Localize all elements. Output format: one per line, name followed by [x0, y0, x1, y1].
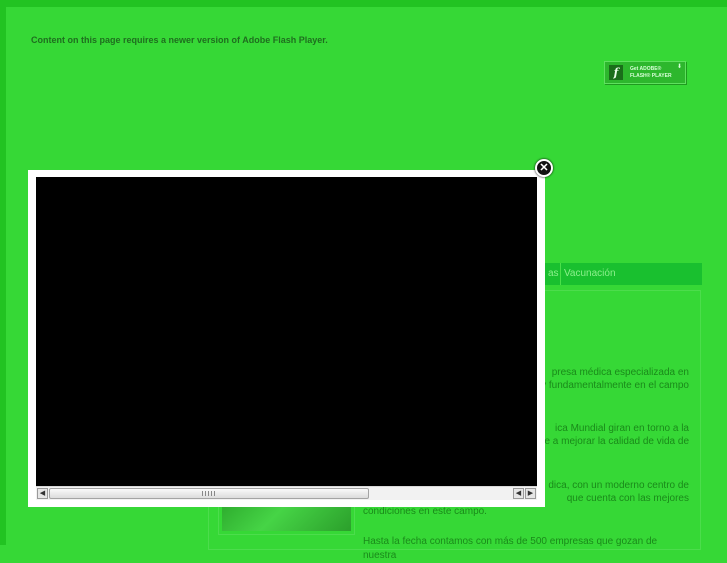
- get-flash-player-button[interactable]: f Get ADOBE® FLASH® PLAYER ⬇: [604, 61, 686, 84]
- scrollbar-thumb[interactable]: [49, 488, 369, 499]
- nav-bar: as Vacunación: [540, 263, 702, 285]
- video-lightbox: ◀ ◀ ▶: [28, 170, 545, 507]
- close-icon[interactable]: ✕: [535, 159, 553, 177]
- nav-item-partial[interactable]: as: [548, 268, 559, 279]
- horizontal-scrollbar[interactable]: ◀ ◀ ▶: [36, 486, 537, 500]
- flash-badge-line2: FLASH® PLAYER: [630, 73, 672, 79]
- grip-icon: [202, 491, 216, 496]
- flash-required-notice: Content on this page requires a newer ve…: [31, 35, 328, 45]
- scroll-right-button[interactable]: ▶: [525, 488, 536, 499]
- paragraph-3-line-3: condiciones en este campo.: [363, 506, 487, 517]
- scroll-left-button-right-group[interactable]: ◀: [513, 488, 524, 499]
- download-arrow-icon: ⬇: [676, 64, 682, 70]
- nav-item-vacunacion[interactable]: Vacunación: [564, 268, 616, 279]
- scroll-left-button[interactable]: ◀: [37, 488, 48, 499]
- video-player[interactable]: [36, 177, 537, 486]
- flash-badge-line1: Get ADOBE®: [630, 66, 662, 72]
- nav-divider: [560, 263, 561, 285]
- flash-f-icon: f: [609, 65, 623, 80]
- paragraph-4-line-1: Hasta la fecha contamos con más de 500 e…: [363, 536, 658, 561]
